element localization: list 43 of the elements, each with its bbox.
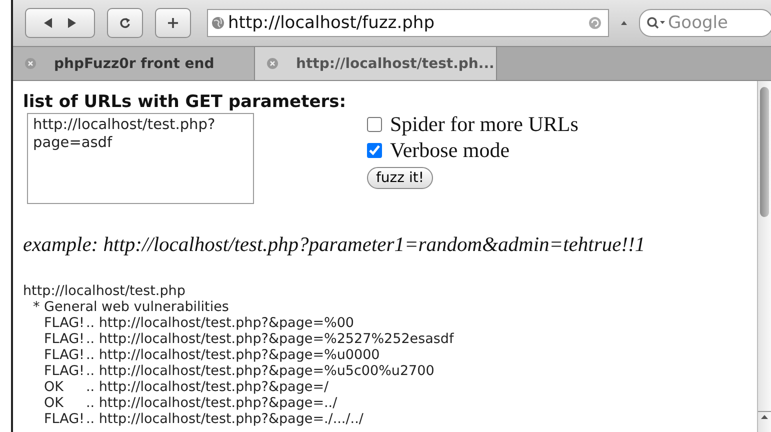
tab[interactable]: http://localhost/test.ph... <box>255 47 497 80</box>
close-tab-icon[interactable] <box>267 58 278 69</box>
result-status: FLAG! <box>44 347 86 363</box>
scrollbar[interactable] <box>757 81 771 432</box>
add-bookmark-button[interactable] <box>155 8 191 38</box>
fuzz-button[interactable]: fuzz it! <box>367 167 433 189</box>
result-url: .. http://localhost/test.php?&page=%u0000 <box>86 347 380 363</box>
checkbox[interactable] <box>367 142 382 158</box>
result-status: OK <box>44 379 64 395</box>
caret-icon[interactable] <box>621 20 627 26</box>
tab[interactable]: phpFuzz0r front end <box>13 47 255 80</box>
plus-icon <box>167 17 179 29</box>
back-forward-button[interactable] <box>25 8 95 38</box>
scrollbar-thumb[interactable] <box>760 87 769 217</box>
search-input[interactable]: Google <box>666 12 760 34</box>
close-tab-icon[interactable] <box>25 58 36 69</box>
scroll-up-icon[interactable] <box>758 411 771 422</box>
snapback-icon[interactable] <box>588 16 602 30</box>
result-url: .. http://localhost/test.php?&page=../ <box>86 395 338 411</box>
result-status: FLAG! <box>44 331 86 347</box>
result-url: .. http://localhost/test.php?&page=%2527%252esasdf <box>86 331 454 347</box>
result-url: .. http://localhost/test.php?&page=%u5c00%u2700 <box>86 363 434 379</box>
result-status: FLAG! <box>44 363 86 379</box>
urls-textarea[interactable]: http://localhost/test.php? page=asdf <box>27 113 254 204</box>
address-field[interactable]: http://localhost/fuzz.php <box>207 9 609 37</box>
search-field[interactable]: Google <box>639 9 771 37</box>
log-section: * General web vulnerabilities <box>23 299 757 315</box>
result-url: .. http://localhost/test.php?&page=./.../../ <box>86 411 364 427</box>
address-text: http://localhost/fuzz.php <box>228 13 436 33</box>
result-status: FLAG! <box>44 315 86 331</box>
option-label: Spider for more URLs <box>390 112 578 136</box>
log-url: http://localhost/test.php <box>23 283 186 299</box>
form-heading: list of URLs with GET parameters: <box>23 92 348 112</box>
result-status: OK <box>44 395 64 411</box>
checkbox[interactable] <box>367 116 382 132</box>
reload-icon <box>119 17 131 29</box>
result-status: FLAG! <box>44 411 86 427</box>
example-text: example: http://localhost/test.php?parameter1=random&admin=tehtrue!!1 <box>23 234 646 257</box>
result-url: .. http://localhost/test.php?&page=%00 <box>86 315 354 331</box>
search-icon <box>646 16 666 30</box>
option-label: Verbose mode <box>390 138 510 162</box>
result-url: .. http://localhost/test.php?&page=/ <box>86 379 329 395</box>
reload-button[interactable] <box>107 8 143 38</box>
